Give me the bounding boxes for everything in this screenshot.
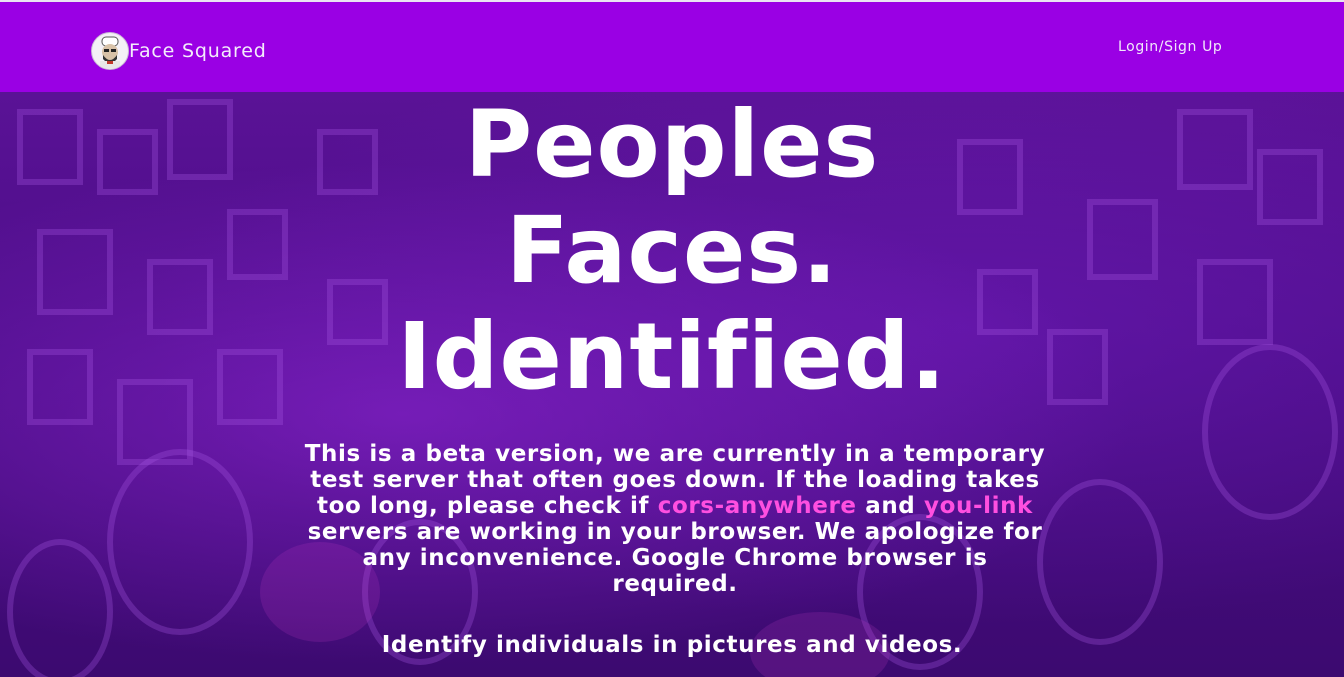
headline-line-1: Peoples bbox=[464, 92, 880, 198]
hero-section: Peoples Faces. Identified. This is a bet… bbox=[0, 92, 1344, 677]
you-link-link[interactable]: you-link bbox=[924, 493, 1033, 519]
headline-line-2: Faces. bbox=[505, 197, 839, 304]
notice-text-end: servers are working in your browser. We … bbox=[307, 519, 1043, 597]
navbar: Face Squared Login/Sign Up bbox=[0, 2, 1344, 92]
beta-notice: This is a beta version, we are currently… bbox=[302, 441, 1048, 597]
hero-tagline: Identify individuals in pictures and vid… bbox=[381, 632, 963, 658]
headline-line-3: Identified. bbox=[397, 303, 947, 410]
cors-anywhere-link[interactable]: cors-anywhere bbox=[658, 493, 857, 519]
hero-headline: Peoples Faces. Identified. bbox=[0, 92, 1344, 410]
brand-name: Face Squared bbox=[129, 40, 267, 62]
brand[interactable]: Face Squared bbox=[91, 32, 267, 70]
login-signup-link[interactable]: Login/Sign Up bbox=[1118, 39, 1222, 55]
notice-text-and: and bbox=[856, 493, 924, 519]
chef-face-logo-icon bbox=[91, 32, 129, 70]
